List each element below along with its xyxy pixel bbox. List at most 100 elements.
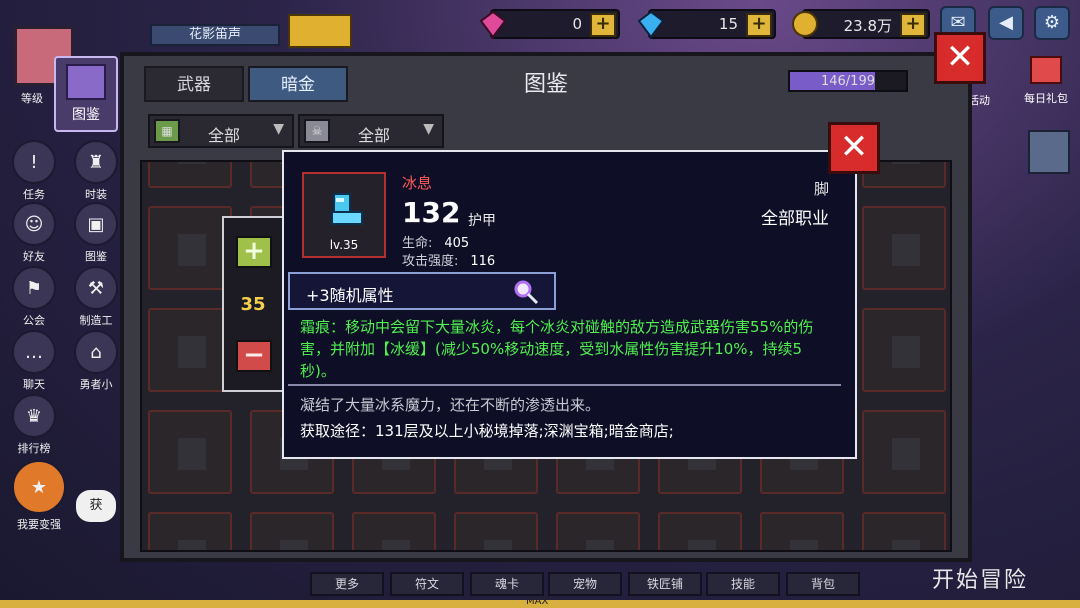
item-detail-tooltip: lv.35 冰息 132 护甲 生命: 405 攻击强度: 116 脚 全部职业 +…	[282, 150, 857, 459]
bottom-soulcard-button[interactable]: 魂卡	[470, 572, 544, 596]
item-icon-frame: lv.35	[302, 172, 386, 258]
monster-filter-value: 全部	[358, 126, 391, 145]
item-main-stat-value: 132	[402, 196, 461, 229]
item-grid-cell[interactable]	[148, 162, 232, 188]
settings-gear-icon[interactable]: ⚙	[1034, 6, 1070, 40]
item-grid-cell[interactable]	[148, 410, 232, 494]
item-grid-cell[interactable]	[352, 512, 436, 550]
guild-icon: ⚑	[12, 266, 56, 310]
item-grid-cell[interactable]	[862, 308, 946, 392]
magnifier-icon[interactable]	[512, 278, 540, 306]
sidebar-item-label: 好友	[23, 250, 45, 263]
item-grid-cell[interactable]	[862, 512, 946, 550]
sidebar-item-powerup[interactable]: ★ 我要变强	[4, 460, 74, 532]
chat-icon: …	[12, 330, 56, 374]
daily-gift-label: 每日礼包	[1024, 92, 1068, 105]
equipment-silhouette-icon	[178, 438, 206, 470]
sidebar-item-quest[interactable]: ! 任务	[6, 140, 62, 202]
increase-button[interactable]: +	[236, 236, 272, 268]
bottom-skill-button[interactable]: 技能	[706, 572, 780, 596]
item-grid-cell[interactable]	[556, 512, 640, 550]
bottom-blacksmith-button[interactable]: 铁匠铺	[628, 572, 702, 596]
sidebar-item-level[interactable]: 等级	[4, 90, 60, 106]
bottom-button-label: 魂卡	[494, 577, 519, 591]
start-adventure-button[interactable]: 开始冒险	[932, 562, 1028, 594]
sidebar-item-label: 勇者小	[79, 378, 113, 391]
side-toggle-icon[interactable]	[1028, 130, 1070, 174]
stat-value: 116	[470, 254, 496, 269]
item-stat-hp: 生命: 405	[402, 232, 469, 251]
sidebar-item-codex-active[interactable]: 图鉴	[54, 56, 118, 132]
item-grid-cell[interactable]	[250, 512, 334, 550]
item-grid-cell[interactable]	[658, 512, 742, 550]
equipment-silhouette-icon	[586, 540, 614, 550]
bottom-button-label: 符文	[414, 577, 439, 591]
bottom-button-label: 铁匠铺	[646, 577, 683, 591]
blue-gem-icon	[636, 9, 666, 39]
sidebar-item-label: 我要变强	[17, 518, 61, 531]
item-flavor-text: 凝结了大量冰系魔力，还在不断的渗透出来。	[300, 396, 601, 414]
sidebar-item-label: 任务	[23, 188, 45, 201]
blue-gem-counter: 15 +	[637, 9, 776, 39]
sidebar-item-friend[interactable]: ☺ 好友	[6, 202, 62, 264]
pink-gem-counter: 0 +	[479, 9, 620, 39]
chevron-down-icon: ▼	[423, 121, 434, 137]
daily-gift-entry[interactable]: 每日礼包	[1016, 56, 1076, 106]
sidebar-item-label: 制造工	[79, 314, 113, 327]
costume-icon: ♜	[74, 140, 118, 184]
item-grid-cell[interactable]	[454, 512, 538, 550]
trophy-icon: ♛	[12, 394, 56, 438]
sidebar-item-craft[interactable]: ⚒ 制造工	[68, 266, 124, 328]
sidebar-item-costume[interactable]: ♜ 时装	[68, 140, 124, 202]
monster-filter-dropdown[interactable]: ☠ 全部 ▼	[298, 114, 444, 148]
pink-gem-value: 0	[572, 15, 582, 33]
bottom-bag-button[interactable]: 背包	[786, 572, 860, 596]
tooltip-close-button[interactable]: ✕	[828, 122, 880, 174]
sound-icon[interactable]: ◀	[988, 6, 1024, 40]
sidebar-item-hero[interactable]: ⌂ 勇者小	[68, 330, 124, 392]
equipment-silhouette-icon	[178, 336, 206, 368]
sidebar-item-label: 图鉴	[85, 250, 107, 263]
collection-progress-text: 146/199	[820, 74, 875, 89]
bottom-pet-button[interactable]: 宠物	[548, 572, 622, 596]
equipment-silhouette-icon	[178, 162, 206, 164]
item-slot: 脚	[813, 180, 829, 198]
chevron-down-icon: ▼	[273, 121, 284, 137]
item-grid-cell[interactable]	[148, 308, 232, 392]
panel-close-button[interactable]: ✕	[934, 32, 986, 84]
monster-filter-icon: ☠	[304, 119, 330, 143]
class-filter-value: 全部	[208, 126, 241, 145]
stat-label: 攻击强度:	[402, 254, 459, 269]
blue-gem-add-button[interactable]: +	[746, 13, 772, 37]
quantity-value: 35	[240, 294, 266, 315]
equipment-silhouette-icon	[892, 336, 920, 368]
equipment-silhouette-icon	[892, 234, 920, 266]
gold-add-button[interactable]: +	[900, 13, 926, 37]
random-attribute-box[interactable]: +3随机属性	[288, 272, 556, 310]
sidebar-item-ranking[interactable]: ♛ 排行榜	[6, 394, 62, 456]
item-grid-cell[interactable]	[760, 512, 844, 550]
equipment-silhouette-icon	[688, 540, 716, 550]
vip-badge-icon	[288, 14, 352, 48]
sidebar-item-chat[interactable]: … 聊天	[6, 330, 62, 392]
item-grid-cell[interactable]	[862, 410, 946, 494]
item-class: 全部职业	[761, 209, 829, 229]
decrease-button[interactable]: −	[236, 340, 272, 372]
sidebar-item-codex[interactable]: ▣ 图鉴	[68, 202, 124, 264]
bottom-more-button[interactable]: 更多	[310, 572, 384, 596]
bottom-rune-button[interactable]: 符文	[390, 572, 464, 596]
item-grid-cell[interactable]	[862, 206, 946, 290]
item-grid-cell[interactable]	[148, 206, 232, 290]
item-grid-cell[interactable]	[148, 512, 232, 550]
sidebar-item-guild[interactable]: ⚑ 公会	[6, 266, 62, 328]
pink-gem-add-button[interactable]: +	[590, 13, 616, 37]
pink-gem-icon	[478, 9, 508, 39]
equipment-silhouette-icon	[178, 540, 206, 550]
equipment-silhouette-icon	[892, 162, 920, 164]
obtain-bubble[interactable]: 获	[76, 490, 116, 522]
class-filter-dropdown[interactable]: ▦ 全部 ▼	[148, 114, 294, 148]
bottom-button-label: 宠物	[572, 577, 597, 591]
bottom-button-label: 技能	[730, 577, 755, 591]
stat-label: 生命:	[402, 236, 433, 251]
bottom-button-label: 更多	[334, 577, 359, 591]
